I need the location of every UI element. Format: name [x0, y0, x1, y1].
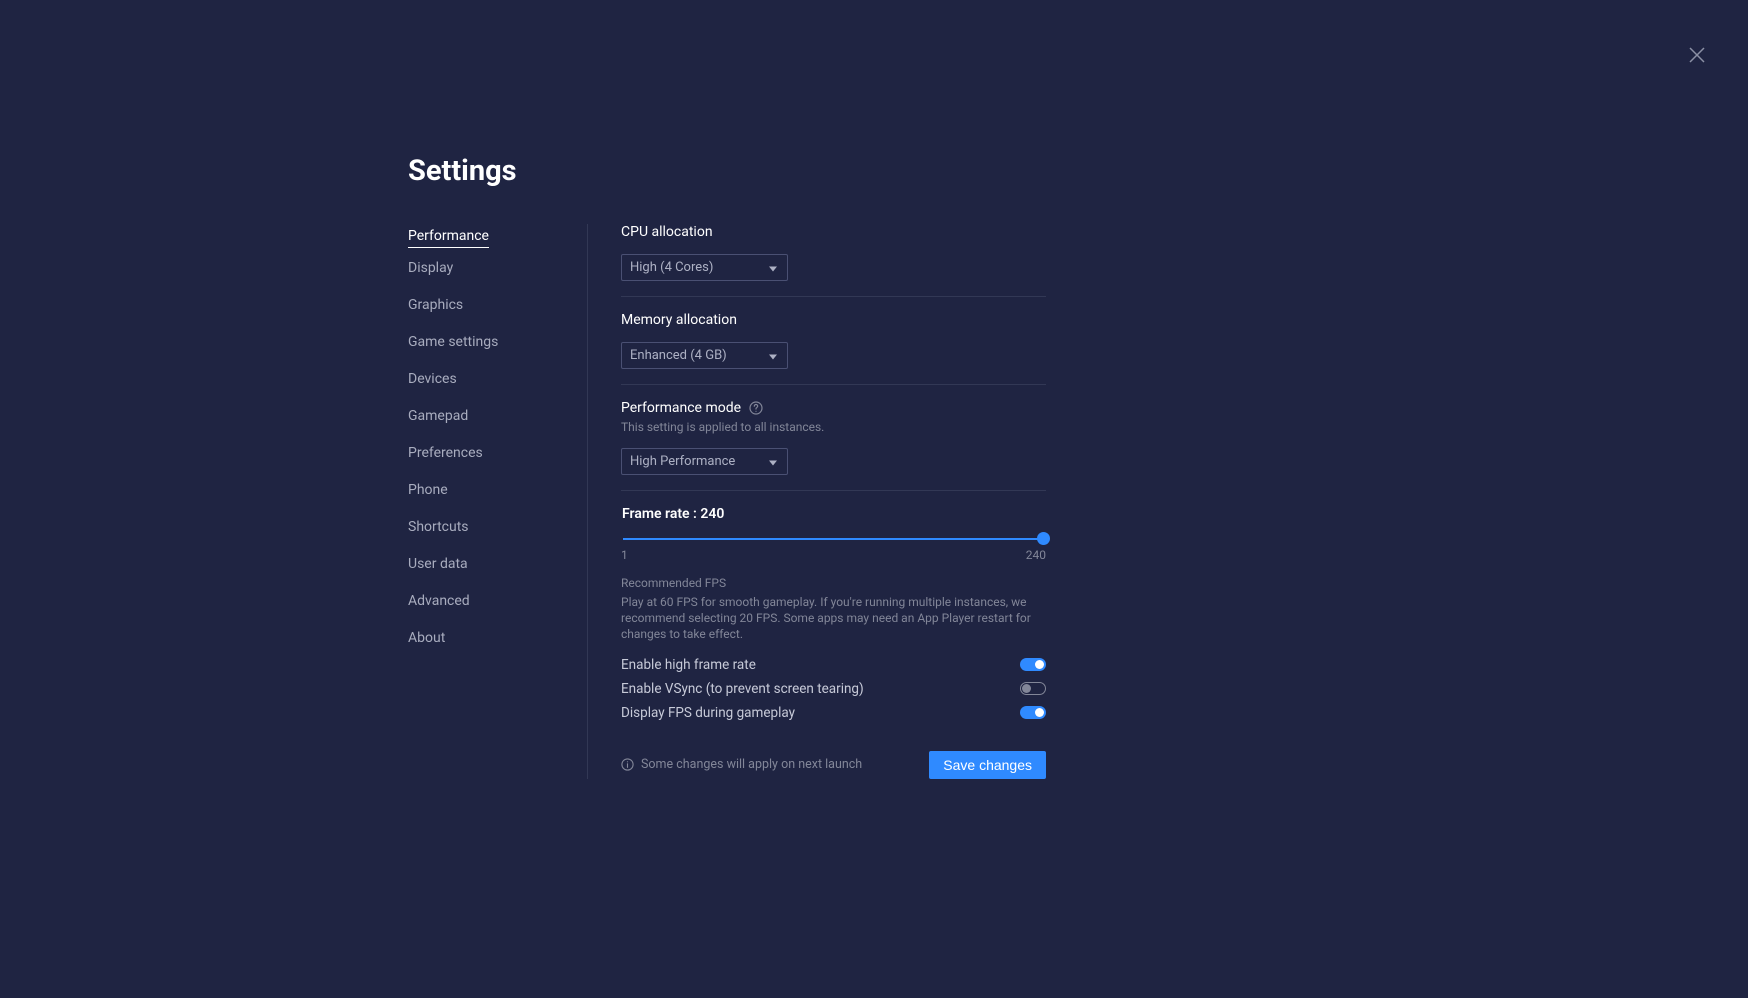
performance-mode-subtext: This setting is applied to all instances… — [621, 420, 1046, 434]
toggle-display-fps-row: Display FPS during gameplay — [621, 705, 1046, 721]
slider-thumb[interactable] — [1037, 532, 1050, 545]
slider-min: 1 — [621, 548, 628, 562]
page-title: Settings — [408, 154, 1046, 188]
performance-mode-select[interactable]: High Performance — [621, 448, 788, 475]
frame-rate-section: Frame rate : 240 1 240 Recommended FPS P… — [621, 506, 1046, 721]
toggle-vsync[interactable] — [1020, 682, 1046, 695]
toggle-high-frame-rate-row: Enable high frame rate — [621, 657, 1046, 673]
performance-mode-section: Performance mode This setting is applied… — [621, 400, 1046, 491]
sidebar-item-advanced[interactable]: Advanced — [408, 587, 470, 615]
frame-rate-slider[interactable] — [621, 534, 1046, 544]
settings-sidebar: Performance Display Graphics Game settin… — [408, 224, 588, 779]
performance-mode-label: Performance mode — [621, 400, 1046, 416]
sidebar-item-preferences[interactable]: Preferences — [408, 439, 483, 467]
recommended-fps-body: Play at 60 FPS for smooth gameplay. If y… — [621, 594, 1046, 643]
recommended-fps-title: Recommended FPS — [621, 576, 1046, 590]
toggle-high-frame-rate[interactable] — [1020, 658, 1046, 671]
footer-note: Some changes will apply on next launch — [621, 757, 862, 772]
sidebar-item-game-settings[interactable]: Game settings — [408, 328, 498, 356]
toggle-vsync-row: Enable VSync (to prevent screen tearing) — [621, 681, 1046, 697]
slider-range: 1 240 — [621, 548, 1046, 562]
memory-allocation-section: Memory allocation Enhanced (4 GB) — [621, 312, 1046, 385]
slider-track — [623, 538, 1044, 540]
sidebar-item-about[interactable]: About — [408, 624, 445, 652]
sidebar-item-display[interactable]: Display — [408, 254, 453, 282]
memory-allocation-label: Memory allocation — [621, 312, 1046, 328]
settings-content: CPU allocation High (4 Cores) Memory all… — [588, 224, 1046, 779]
help-icon[interactable] — [749, 401, 763, 415]
cpu-allocation-value: High (4 Cores) — [630, 260, 713, 275]
sidebar-item-shortcuts[interactable]: Shortcuts — [408, 513, 469, 541]
memory-allocation-select[interactable]: Enhanced (4 GB) — [621, 342, 788, 369]
cpu-allocation-section: CPU allocation High (4 Cores) — [621, 224, 1046, 297]
sidebar-item-gamepad[interactable]: Gamepad — [408, 402, 468, 430]
sidebar-item-phone[interactable]: Phone — [408, 476, 448, 504]
toggle-vsync-label: Enable VSync (to prevent screen tearing) — [621, 681, 864, 697]
slider-max: 240 — [1026, 548, 1046, 562]
sidebar-item-graphics[interactable]: Graphics — [408, 291, 463, 319]
footer-note-text: Some changes will apply on next launch — [641, 757, 862, 772]
frame-rate-label: Frame rate : 240 — [622, 506, 1046, 522]
save-changes-button[interactable]: Save changes — [929, 751, 1046, 779]
cpu-allocation-label: CPU allocation — [621, 224, 1046, 240]
close-icon — [1688, 46, 1706, 64]
cpu-allocation-select[interactable]: High (4 Cores) — [621, 254, 788, 281]
sidebar-item-devices[interactable]: Devices — [408, 365, 457, 393]
sidebar-item-user-data[interactable]: User data — [408, 550, 468, 578]
performance-mode-value: High Performance — [630, 454, 735, 469]
toggle-high-frame-rate-label: Enable high frame rate — [621, 657, 756, 673]
info-icon — [621, 758, 634, 771]
toggle-display-fps[interactable] — [1020, 706, 1046, 719]
sidebar-item-performance[interactable]: Performance — [408, 222, 489, 248]
close-button[interactable] — [1684, 42, 1710, 68]
toggle-display-fps-label: Display FPS during gameplay — [621, 705, 795, 721]
footer: Some changes will apply on next launch S… — [621, 751, 1046, 779]
memory-allocation-value: Enhanced (4 GB) — [630, 348, 727, 363]
